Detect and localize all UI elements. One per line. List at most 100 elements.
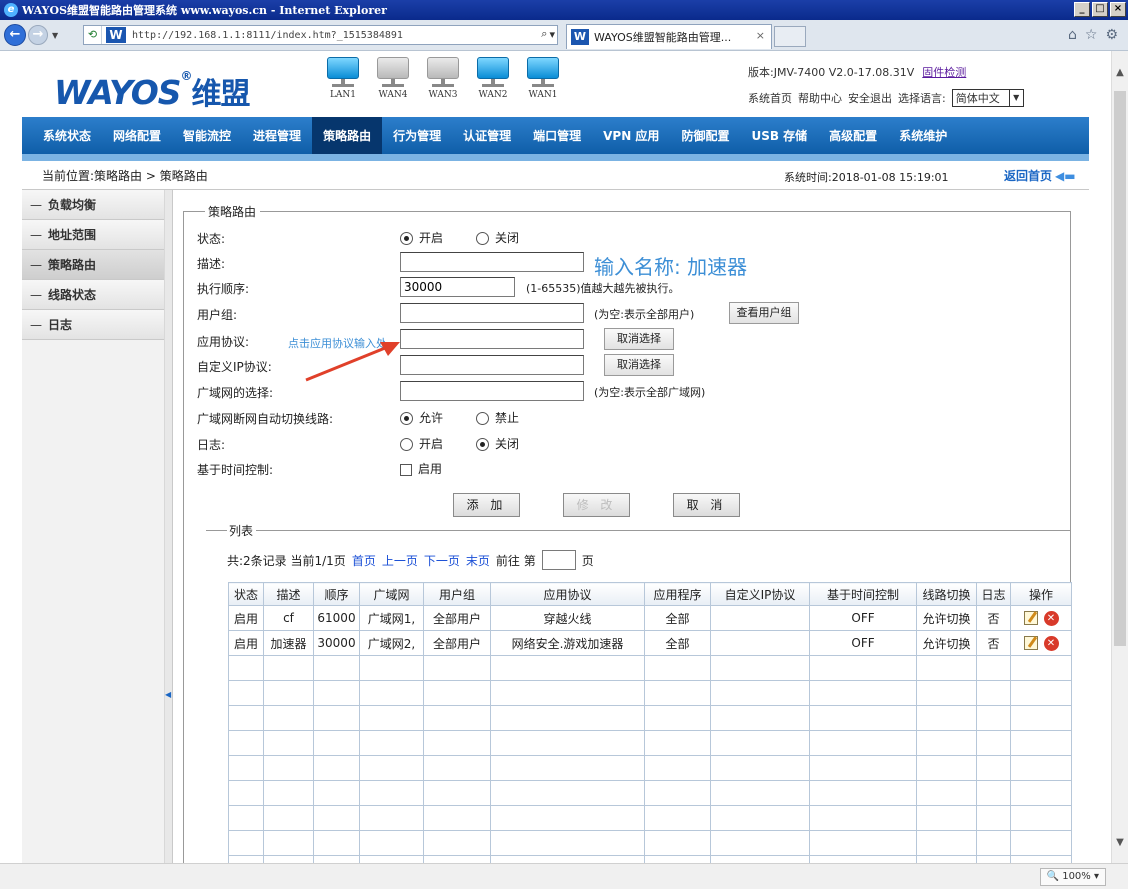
empty-cell [809,705,917,731]
usergroup-input[interactable] [400,303,584,323]
home-icon[interactable]: ⌂ [1068,27,1077,43]
address-dropdown-icon[interactable]: ▾ [549,28,555,41]
minimize-button[interactable]: _ [1074,2,1090,17]
next-page-link[interactable]: 下一页 [424,552,460,569]
port-status-icons: LAN1 WAN4 WAN3 WAN2 WAN1 [325,57,561,100]
logout-link[interactable]: 安全退出 [848,90,892,106]
firmware-check-link[interactable]: 固件检测 [922,66,966,79]
app-protocol-input[interactable] [400,329,584,349]
maximize-button[interactable]: □ [1092,2,1108,17]
time-control-checkbox[interactable]: 启用 [400,460,442,477]
menu-smart-flow[interactable]: 智能流控 [172,117,242,154]
empty-cell [359,680,424,706]
return-home-link[interactable]: 返回首页 ◀▬ [1004,167,1076,184]
cancel-customip-select-button[interactable]: 取消选择 [604,354,674,376]
scroll-thumb[interactable] [1114,91,1126,646]
menu-advanced[interactable]: 高级配置 [818,117,888,154]
history-dropdown-icon[interactable]: ▼ [52,31,58,40]
menu-auth-mgmt[interactable]: 认证管理 [452,117,522,154]
close-window-button[interactable]: × [1110,2,1126,17]
empty-cell [313,805,360,831]
url-field[interactable]: ⟲ W http://192.168.1.1:8111/index.htm?_1… [83,25,558,45]
wan-input[interactable] [400,381,584,401]
search-icon[interactable]: ⌕ [541,27,547,41]
autoswitch-forbid-radio[interactable]: 禁止 [476,409,519,426]
cell: 全部 [644,605,711,631]
back-button[interactable]: ← [4,24,26,46]
page-scrollbar[interactable]: ▲ ▼ [1111,51,1128,863]
fieldset-border [183,211,205,212]
actions-cell: ✕ [1010,605,1072,631]
empty-cell [423,655,491,681]
custom-ip-label: 自定义IP协议: [197,360,272,374]
cancel-button[interactable]: 取 消 [673,493,740,517]
edit-icon[interactable] [1023,636,1038,650]
menu-policy-routing[interactable]: 策略路由 [312,117,383,154]
view-usergroup-button[interactable]: 查看用户组 [729,302,799,324]
empty-cell [710,730,810,756]
empty-cell [976,730,1011,756]
favorites-star-icon[interactable]: ☆ [1085,27,1098,43]
empty-cell [263,830,314,856]
tab-close-icon[interactable]: × [756,29,765,42]
menu-behavior-mgmt[interactable]: 行为管理 [382,117,452,154]
system-home-link[interactable]: 系统首页 [748,90,792,106]
site-favicon-icon: W [106,27,126,43]
delete-icon[interactable]: ✕ [1043,635,1059,651]
settings-gear-icon[interactable]: ⚙ [1105,27,1118,43]
menu-vpn[interactable]: VPN 应用 [592,117,670,154]
new-tab-button[interactable] [774,26,806,47]
back-arrow-icon: ◀▬ [1055,169,1076,183]
menu-system-status[interactable]: 系统状态 [32,117,102,154]
sidebar-item-policy-routing[interactable]: — 策略路由 [22,250,164,280]
scroll-up-icon[interactable]: ▲ [1112,65,1128,81]
system-time: 系统时间:2018-01-08 15:19:01 [784,171,949,184]
custom-ip-input[interactable] [400,355,584,375]
help-center-link[interactable]: 帮助中心 [798,90,842,106]
empty-cell [263,655,314,681]
menu-defense[interactable]: 防御配置 [670,117,740,154]
actions-cell: ✕ [1010,630,1072,656]
prev-page-link[interactable]: 上一页 [382,552,418,569]
url-text: http://192.168.1.1:8111/index.htm?_15153… [132,29,403,41]
empty-cell [644,830,711,856]
sidebar-item-load-balance[interactable]: — 负载均衡 [22,190,164,220]
empty-cell [228,705,264,731]
modify-button[interactable]: 修 改 [563,493,630,517]
empty-cell [359,730,424,756]
desc-input[interactable] [400,252,584,272]
order-input[interactable]: 30000 [400,277,515,297]
sidebar-item-log[interactable]: — 日志 [22,310,164,340]
sidebar-splitter[interactable]: ◀ [165,190,173,863]
ie-logo-icon: e [4,3,18,17]
cell [710,605,810,631]
delete-icon[interactable]: ✕ [1043,610,1059,626]
sidebar-item-line-status[interactable]: — 线路状态 [22,280,164,310]
add-button[interactable]: 添 加 [453,493,520,517]
status-off-radio[interactable]: 关闭 [476,229,519,246]
first-page-link[interactable]: 首页 [352,552,376,569]
sidebar-item-address-range[interactable]: — 地址范围 [22,220,164,250]
log-off-radio[interactable]: 关闭 [476,435,519,452]
autoswitch-allow-radio[interactable]: 允许 [400,409,443,426]
browser-tab[interactable]: W WAYOS维盟智能路由管理... × [566,24,772,49]
menu-port-mgmt[interactable]: 端口管理 [522,117,592,154]
refresh-icon[interactable]: ⟲ [84,26,102,44]
menu-process-mgmt[interactable]: 进程管理 [242,117,312,154]
scroll-down-icon[interactable]: ▼ [1112,835,1128,851]
status-on-radio[interactable]: 开启 [400,229,443,246]
cancel-app-select-button[interactable]: 取消选择 [604,328,674,350]
language-select[interactable]: 简体中文 ▼ [951,89,1024,107]
page-number-input[interactable] [541,550,576,570]
port-wan1-icon: WAN1 [525,57,561,100]
forward-button[interactable]: → [28,25,48,45]
empty-cell [976,755,1011,781]
menu-usb-storage[interactable]: USB 存储 [740,117,818,154]
log-on-radio[interactable]: 开启 [400,435,443,452]
last-page-link[interactable]: 末页 [466,552,490,569]
menu-network-config[interactable]: 网络配置 [102,117,172,154]
cell: 穿越火线 [490,605,645,631]
menu-maintenance[interactable]: 系统维护 [888,117,958,154]
edit-icon[interactable] [1023,611,1038,625]
zoom-control[interactable]: 🔍 100% ▾ [1039,868,1106,886]
